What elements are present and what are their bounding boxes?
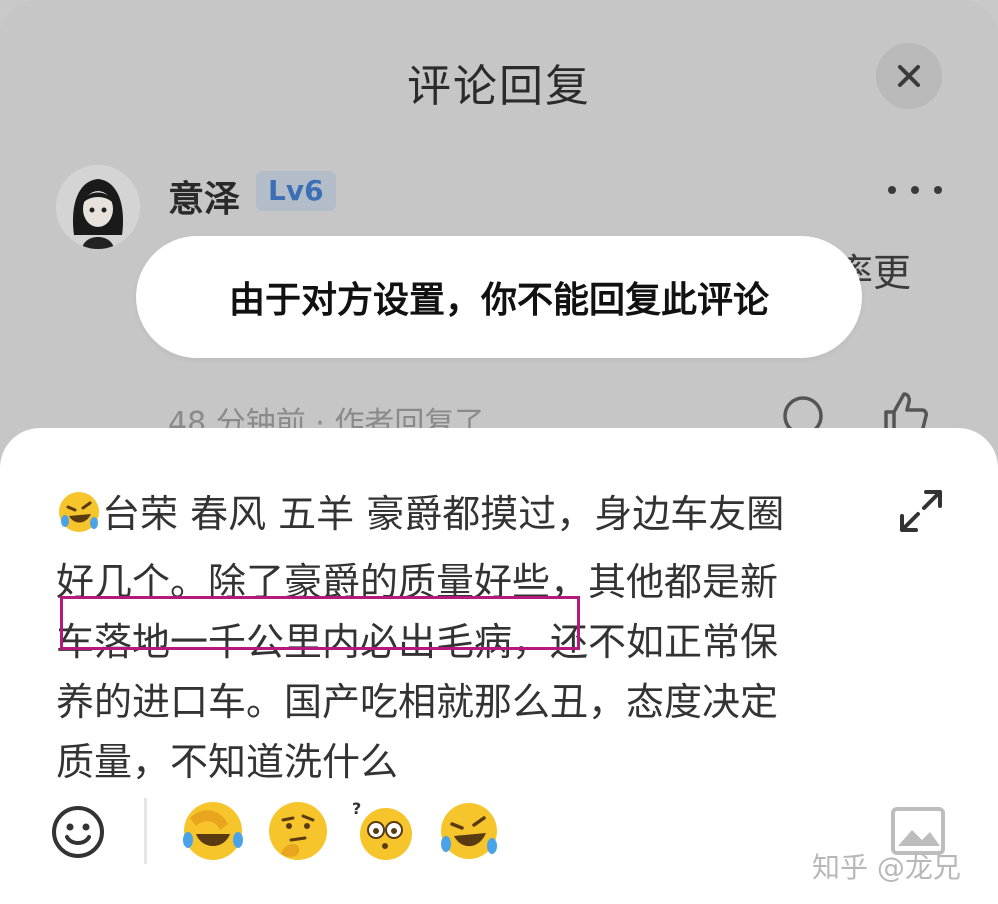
compose-line-4: 养的进口车。国产吃相就那么丑，态度决定 — [56, 680, 779, 724]
avatar-image — [56, 165, 140, 249]
smiley-icon[interactable] — [50, 804, 106, 860]
highlight-annotation — [60, 596, 580, 650]
watermark: 知乎 @龙兄 — [812, 851, 961, 884]
rofl-emoji-button[interactable] — [436, 798, 502, 864]
expand-icon[interactable] — [896, 486, 946, 536]
facepalm-laugh-emoji[interactable] — [180, 798, 246, 864]
toolbar-divider — [144, 798, 147, 864]
more-options-icon[interactable] — [888, 182, 942, 198]
username[interactable]: 意泽 — [168, 170, 240, 222]
svg-text:?: ? — [352, 799, 361, 818]
toast-message: 由于对方设置，你不能回复此评论 — [136, 236, 862, 358]
compose-line-1: 台荣 春风 五羊 豪爵都摸过，身边车友圈 — [102, 492, 785, 536]
sheet-title: 评论回复 — [407, 61, 591, 112]
close-button[interactable] — [876, 43, 942, 109]
avatar[interactable] — [56, 165, 140, 249]
rofl-emoji — [56, 489, 102, 552]
level-badge: Lv6 — [256, 171, 336, 211]
comment-sheet: 评论回复 意泽 Lv6 率更 48 分钟前 · 作者回复了 — [0, 0, 998, 470]
compose-line-5: 质量，不知道洗什么 — [56, 740, 399, 784]
compose-line-3-rest: 还不如正常保 — [550, 620, 779, 664]
curious-emoji[interactable]: ? — [350, 798, 416, 864]
thinking-emoji[interactable] — [265, 798, 331, 864]
compose-panel: 台荣 春风 五羊 豪爵都摸过，身边车友圈 好几个。除了豪爵的质量好些，其他都是新… — [0, 428, 998, 904]
close-icon — [898, 65, 920, 87]
